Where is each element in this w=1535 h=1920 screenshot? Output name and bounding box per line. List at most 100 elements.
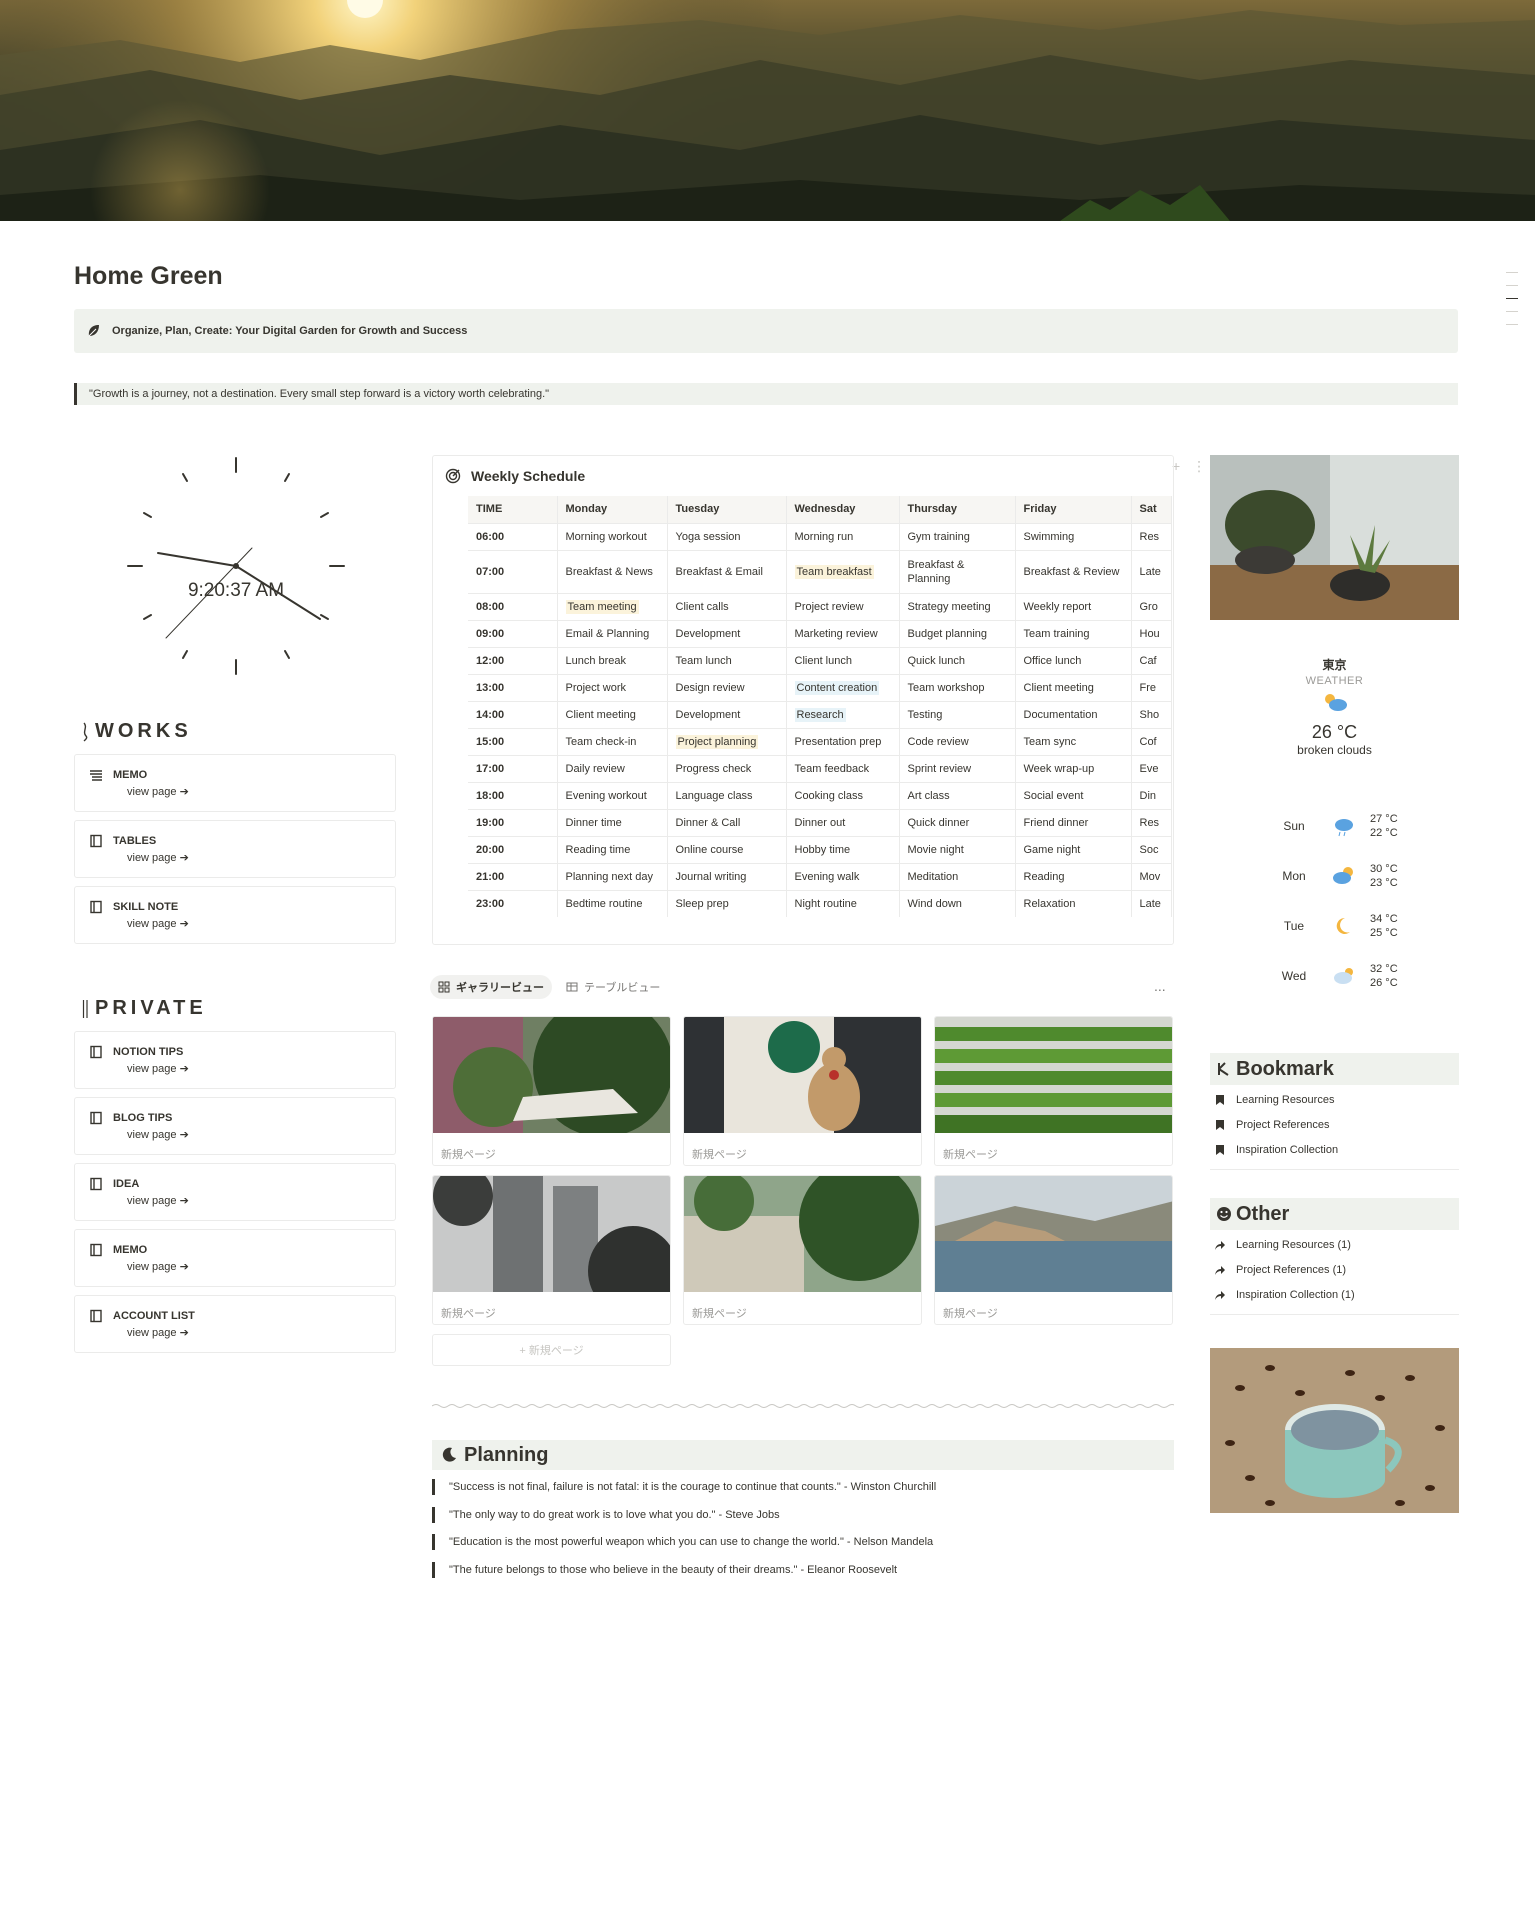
cell-text: 18:00 xyxy=(476,789,505,802)
time-cell: 12:00 xyxy=(468,646,558,674)
schedule-cell: Morning workout xyxy=(557,522,668,550)
cell-text: Project work xyxy=(565,681,627,694)
gallery-card[interactable]: 新規ページ xyxy=(683,1016,922,1166)
cell-text: Project review xyxy=(794,600,864,613)
cell-text: Research xyxy=(794,707,846,722)
gallery-card[interactable]: 新規ページ xyxy=(432,1175,671,1325)
schedule-cell: Team breakfast xyxy=(786,549,900,593)
new-page-button[interactable]: + 新規ページ xyxy=(432,1334,671,1366)
forecast-high: 34 °C xyxy=(1370,913,1398,925)
cell-text: Team feedback xyxy=(794,762,870,775)
view-page-link[interactable]: view page ➔ xyxy=(127,917,395,930)
schedule-cell: Breakfast & Email xyxy=(667,549,787,593)
cell-text: Development xyxy=(675,708,741,721)
schedule-cell: Yoga session xyxy=(667,522,787,550)
table-row: 17:00 Daily review Progress check Team feed… xyxy=(468,754,1172,782)
time-cell: 23:00 xyxy=(468,889,558,917)
works-card-tables[interactable]: TABLES view page ➔ xyxy=(74,820,396,878)
book-icon xyxy=(90,1309,102,1323)
table-row: 08:00 Team meeting Client calls Project rev… xyxy=(468,592,1172,620)
schedule-cell: Client calls xyxy=(667,592,787,620)
works-card-skill-note[interactable]: SKILL NOTE view page ➔ xyxy=(74,886,396,944)
cell-text: Dinner & Call xyxy=(675,816,741,829)
view-page-link[interactable]: view page ➔ xyxy=(127,1260,395,1273)
tab-gallery-view[interactable]: ギャラリービュー xyxy=(430,975,552,999)
view-page-link[interactable]: view page ➔ xyxy=(127,1128,395,1141)
cell-text: Yoga session xyxy=(675,530,741,543)
time-cell: 20:00 xyxy=(468,835,558,863)
book-icon xyxy=(90,900,102,914)
cell-text: Social event xyxy=(1023,789,1084,802)
cell-text: Documentation xyxy=(1023,708,1098,721)
private-card-notion-tips[interactable]: NOTION TIPS view page ➔ xyxy=(74,1031,396,1089)
bookmark-item[interactable]: Project References xyxy=(1214,1119,1330,1131)
col-header: Wednesday xyxy=(786,496,900,523)
schedule-cell: Lunch break xyxy=(557,646,668,674)
gallery-card[interactable]: 新規ページ xyxy=(934,1175,1173,1325)
forecast-high: 30 °C xyxy=(1370,863,1398,875)
cell-text: Code review xyxy=(907,735,969,748)
schedule-cell: Social event xyxy=(1015,781,1132,809)
other-item[interactable]: Project References (1) xyxy=(1214,1264,1346,1276)
view-page-link[interactable]: view page ➔ xyxy=(127,851,395,864)
card-image-house xyxy=(433,1017,670,1137)
cell-text: Friend dinner xyxy=(1023,816,1089,829)
card-image-green-building xyxy=(935,1017,1172,1133)
view-page-link[interactable]: view page ➔ xyxy=(127,1062,395,1075)
other-item[interactable]: Learning Resources (1) xyxy=(1214,1239,1351,1251)
cell-text: Team workshop xyxy=(907,681,985,694)
schedule-cell: Team meeting xyxy=(557,592,668,620)
cell-text: Testing xyxy=(907,708,943,721)
card-caption: 新規ページ xyxy=(692,1308,747,1320)
cell-text: Caf xyxy=(1139,654,1157,667)
forecast-low: 26 °C xyxy=(1370,977,1398,989)
schedule-cell: Breakfast & News xyxy=(557,549,668,593)
card-caption: 新規ページ xyxy=(943,1149,998,1161)
other-item[interactable]: Inspiration Collection (1) xyxy=(1214,1289,1355,1301)
schedule-cell: Client lunch xyxy=(786,646,900,674)
cell-text: 13:00 xyxy=(476,681,505,694)
view-page-link[interactable]: view page ➔ xyxy=(127,785,395,798)
private-card-idea[interactable]: IDEA view page ➔ xyxy=(74,1163,396,1221)
works-card-memo[interactable]: MEMO view page ➔ xyxy=(74,754,396,812)
bookmark-heading: Bookmark xyxy=(1210,1053,1459,1085)
more-options-button[interactable]: ... xyxy=(1154,978,1166,994)
card-image-old-building xyxy=(684,1176,921,1292)
wave-bar-icon xyxy=(83,722,88,742)
gallery-card[interactable]: 新規ページ xyxy=(934,1016,1173,1166)
schedule-cell: Marketing review xyxy=(786,619,900,647)
rain-cloud-icon xyxy=(1335,819,1353,837)
time-cell: 18:00 xyxy=(468,781,558,809)
card-caption: 新規ページ xyxy=(692,1149,747,1161)
schedule-cell: Bedtime routine xyxy=(557,889,668,917)
cell-text: Res xyxy=(1139,816,1160,829)
col-header: Sat xyxy=(1131,496,1172,523)
private-card-memo[interactable]: MEMO view page ➔ xyxy=(74,1229,396,1287)
schedule-cell: Email & Planning xyxy=(557,619,668,647)
cell-text: Art class xyxy=(907,789,950,802)
bookmark-item[interactable]: Learning Resources xyxy=(1214,1094,1334,1106)
schedule-cell: Online course xyxy=(667,835,787,863)
cell-text: Bedtime routine xyxy=(565,897,643,910)
schedule-cell: Movie night xyxy=(899,835,1016,863)
cell-text: 21:00 xyxy=(476,870,505,883)
gallery-card[interactable]: 新規ページ xyxy=(683,1175,922,1325)
wave-divider xyxy=(432,1404,1174,1408)
book-icon xyxy=(90,1177,102,1191)
view-page-link[interactable]: view page ➔ xyxy=(127,1194,395,1207)
double-bar-icon xyxy=(82,999,88,1018)
tab-table-view[interactable]: テーブルビュー xyxy=(558,975,668,999)
schedule-cell: Sprint review xyxy=(899,754,1016,782)
gallery-card[interactable]: 新規ページ xyxy=(432,1016,671,1166)
page-outline[interactable] xyxy=(1506,272,1520,337)
cell-text: Hobby time xyxy=(794,843,851,856)
schedule-cell: Cooking class xyxy=(786,781,900,809)
private-card-account-list[interactable]: ACCOUNT LIST view page ➔ xyxy=(74,1295,396,1353)
schedule-cell: Weekly report xyxy=(1015,592,1132,620)
time-cell: 13:00 xyxy=(468,673,558,701)
schedule-cell: Budget planning xyxy=(899,619,1016,647)
book-icon xyxy=(90,1111,102,1125)
view-page-link[interactable]: view page ➔ xyxy=(127,1326,395,1339)
bookmark-item[interactable]: Inspiration Collection xyxy=(1214,1144,1338,1156)
private-card-blog-tips[interactable]: BLOG TIPS view page ➔ xyxy=(74,1097,396,1155)
